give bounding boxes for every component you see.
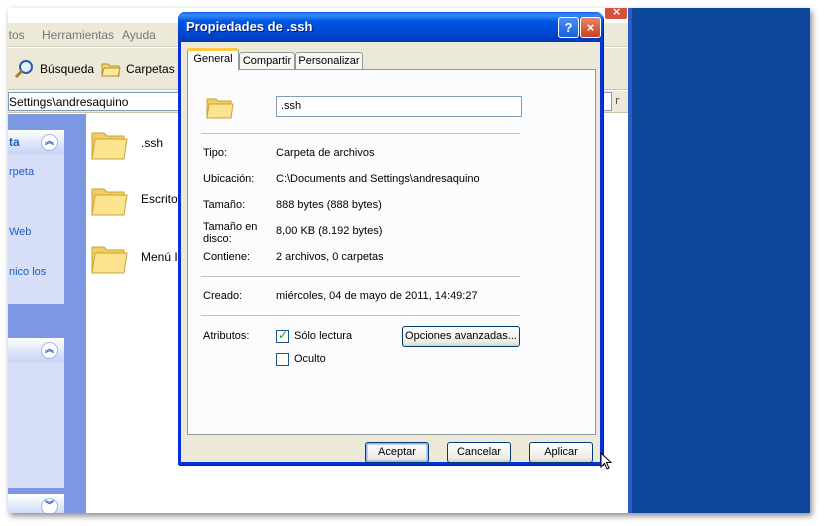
apply-button[interactable]: Aplicar [529, 442, 593, 463]
explorer-close-icon[interactable]: × [604, 8, 628, 20]
task-panel-2-header[interactable]: ︽ [8, 338, 64, 362]
search-button-label: Búsqueda [40, 62, 95, 76]
tamano-label: Tamaño: [203, 199, 246, 211]
ubicacion-value: C:\Documents and Settings\andresaquino [276, 173, 480, 185]
separator [201, 276, 520, 277]
tamano-value: 888 bytes (888 bytes) [276, 199, 382, 211]
search-icon [14, 59, 36, 79]
task-panel-1-title: ta [9, 135, 20, 149]
menu-item-herramientas[interactable]: Herramientas [42, 28, 114, 42]
tab-compartir[interactable]: Compartir [239, 52, 295, 70]
task-link-web[interactable]: Web [9, 226, 31, 238]
cancel-button[interactable]: Cancelar [447, 442, 511, 463]
folder-icon [91, 246, 128, 274]
separator [201, 315, 520, 316]
menu-item-ayuda[interactable]: Ayuda [122, 28, 156, 42]
creado-value: miércoles, 04 de mayo de 2011, 14:49:27 [276, 290, 478, 302]
tab-general[interactable]: General [187, 48, 239, 70]
tamano-disco-label-1: Tamaño en [203, 221, 258, 233]
menu-item-favoritos[interactable]: itos [8, 28, 25, 42]
task-link-carpeta[interactable]: rpeta [9, 166, 34, 178]
folders-button[interactable]: Carpetas [100, 58, 175, 80]
dialog-titlebar[interactable]: Propiedades de .ssh ? × [178, 12, 603, 42]
properties-dialog: Propiedades de .ssh ? × General Comparti… [178, 12, 603, 465]
tipo-value: Carpeta de archivos [276, 147, 375, 159]
tab-personalizar[interactable]: Personalizar [295, 52, 363, 70]
folders-icon [100, 59, 122, 79]
advanced-options-button[interactable]: Opciones avanzadas... [402, 326, 520, 347]
task-panel-3: ︾ [8, 494, 64, 513]
folders-button-label: Carpetas [126, 62, 175, 76]
readonly-checkbox[interactable]: ✓ [276, 328, 289, 343]
address-text: Settings\andresaquino [9, 95, 129, 109]
hidden-checkbox[interactable] [276, 353, 289, 366]
checkmark-icon: ✓ [278, 328, 289, 342]
file-name: .ssh [141, 136, 164, 150]
desktop-background [632, 8, 810, 513]
task-panel-3-header[interactable]: ︾ [8, 494, 64, 513]
creado-label: Creado: [203, 290, 243, 302]
hidden-label: Oculto [294, 353, 326, 365]
tamano-disco-value: 8,00 KB (8.192 bytes) [276, 225, 383, 237]
task-panel-1: ta ︽ rpeta Web nico los [8, 130, 64, 304]
separator [201, 133, 520, 134]
screenshot-frame: × itos Herramientas Ayuda Búsqueda Carpe… [8, 8, 810, 513]
task-panel-1-header[interactable]: ta ︽ [8, 130, 64, 154]
folder-icon [91, 132, 128, 160]
folder-icon [91, 188, 128, 216]
ubicacion-label: Ubicación: [203, 173, 255, 185]
contiene-value: 2 archivos, 0 carpetas [276, 251, 384, 263]
close-icon[interactable]: × [580, 17, 601, 38]
ok-button[interactable]: Aceptar [365, 442, 429, 463]
task-panel-2: ︽ [8, 338, 64, 488]
collapse-chevron-icon[interactable]: ︽ [41, 342, 58, 359]
mouse-cursor-icon [600, 452, 613, 470]
contiene-label: Contiene: [203, 251, 251, 263]
folder-name-input[interactable]: .ssh [276, 96, 522, 117]
expand-chevron-icon[interactable]: ︾ [41, 498, 58, 513]
task-link-publico[interactable]: nico los [9, 266, 46, 278]
general-tab-panel: .ssh Tipo: Carpeta de archivos Ubicación… [187, 69, 596, 435]
search-button[interactable]: Búsqueda [14, 58, 94, 80]
atributos-label: Atributos: [203, 330, 250, 342]
folder-icon [206, 98, 234, 119]
collapse-chevron-icon[interactable]: ︽ [41, 134, 58, 151]
explorer-task-pane: ta ︽ rpeta Web nico los ︽ ︾ [8, 114, 86, 513]
dialog-title: Propiedades de .ssh [186, 19, 313, 34]
tipo-label: Tipo: [203, 147, 228, 159]
tamano-disco-label-2: disco: [203, 233, 232, 245]
readonly-label: Sólo lectura [294, 330, 353, 342]
help-icon[interactable]: ? [558, 17, 579, 38]
address-go-label[interactable]: r [615, 94, 620, 107]
